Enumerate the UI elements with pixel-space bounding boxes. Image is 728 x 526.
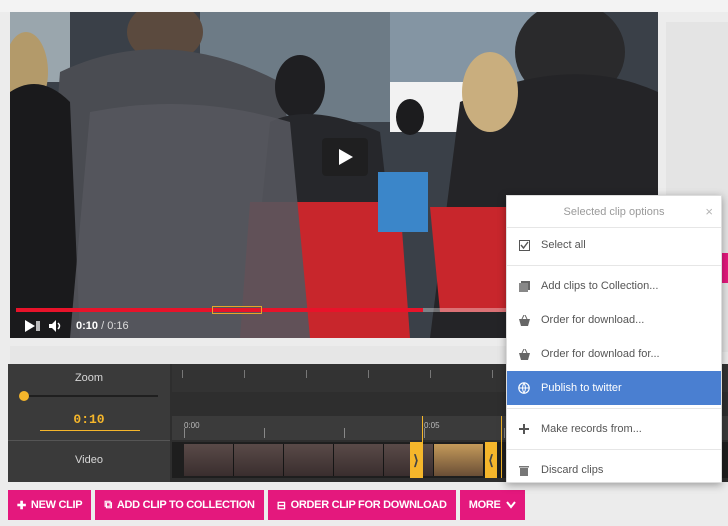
ruler-tick [182, 370, 183, 378]
ruler-tick [368, 370, 369, 378]
time-separator: / [98, 320, 108, 332]
menu-item-label: Discard clips [541, 464, 604, 476]
ruler-tick [492, 370, 493, 378]
menu-separator [507, 449, 721, 450]
play-icon [339, 149, 353, 165]
clip-options-menu: Selected clip options × Select all Add c… [506, 195, 722, 483]
new-clip-button[interactable]: ✚ NEW CLIP [8, 490, 92, 520]
time-display: 0:10 / 0:16 [76, 320, 129, 332]
more-label: MORE [468, 499, 501, 511]
play-pause-icon[interactable] [24, 319, 42, 333]
ruler-tick [184, 428, 185, 438]
menu-item-label: Add clips to Collection... [541, 280, 659, 292]
film-frame [284, 444, 334, 476]
close-icon[interactable]: × [705, 204, 713, 219]
collection-icon: ⧉ [104, 498, 112, 511]
film-frame [234, 444, 284, 476]
basket-icon: ⊟ [276, 499, 286, 512]
plus-icon [517, 424, 531, 434]
trash-icon [517, 465, 531, 476]
menu-item-add-to-collection[interactable]: Add clips to Collection... [507, 269, 721, 303]
plus-icon: ✚ [17, 499, 26, 512]
menu-item-label: Publish to twitter [541, 382, 622, 394]
more-button[interactable]: MORE [459, 490, 525, 520]
clip-handle-right[interactable]: ⟨ [485, 442, 497, 478]
film-frame [184, 444, 234, 476]
menu-separator [507, 408, 721, 409]
menu-separator [507, 265, 721, 266]
chevron-down-icon [505, 501, 516, 509]
basket-icon [517, 348, 531, 360]
collection-icon [517, 280, 531, 292]
menu-item-order-download-for[interactable]: Order for download for... [507, 337, 721, 371]
order-clip-label: ORDER CLIP FOR DOWNLOAD [290, 499, 447, 511]
ruler-label-start: 0:00 [184, 421, 200, 430]
zoom-slider-handle[interactable] [19, 391, 29, 401]
order-clip-for-download-button[interactable]: ⊟ ORDER CLIP FOR DOWNLOAD [267, 490, 456, 520]
add-clip-to-collection-button[interactable]: ⧉ ADD CLIP TO COLLECTION [95, 490, 264, 520]
check-square-icon [517, 239, 531, 251]
top-strip [0, 0, 728, 12]
zoom-slider-track[interactable] [24, 395, 158, 397]
menu-item-publish-twitter[interactable]: Publish to twitter [507, 371, 721, 405]
menu-item-label: Make records from... [541, 423, 642, 435]
timecode-display[interactable]: 0:10 [8, 412, 170, 427]
play-button[interactable] [322, 138, 368, 176]
menu-header: Selected clip options × [507, 196, 721, 228]
film-frame [334, 444, 384, 476]
ruler-tick [306, 370, 307, 378]
menu-title: Selected clip options [563, 205, 665, 218]
menu-item-label: Select all [541, 239, 586, 251]
app-root: 0:10 / 0:16 Zoom 0:10 Video 0:00 0:05 ⟩ … [0, 0, 728, 526]
current-time: 0:10 [76, 320, 99, 332]
timeline-divider [8, 440, 170, 441]
timecode-underline [40, 430, 140, 431]
video-track-label: Video [75, 454, 103, 466]
ruler-tick [264, 428, 265, 438]
menu-item-discard-clips[interactable]: Discard clips [507, 453, 721, 487]
basket-icon [517, 314, 531, 326]
menu-item-select-all[interactable]: Select all [507, 228, 721, 262]
progress-clip-marker [212, 306, 262, 314]
ruler-tick [344, 428, 345, 438]
new-clip-label: NEW CLIP [30, 499, 83, 511]
ruler-tick [430, 370, 431, 378]
add-clip-label: ADD CLIP TO COLLECTION [116, 499, 255, 511]
menu-item-order-download[interactable]: Order for download... [507, 303, 721, 337]
menu-item-make-records[interactable]: Make records from... [507, 412, 721, 446]
volume-icon[interactable] [48, 319, 64, 333]
zoom-label: Zoom [74, 372, 104, 384]
menu-item-label: Order for download for... [541, 348, 660, 360]
ruler-tick [504, 428, 505, 438]
timeline-controls: Zoom 0:10 Video [8, 364, 170, 482]
menu-item-label: Order for download... [541, 314, 645, 326]
globe-icon [517, 382, 531, 394]
ruler-tick [244, 370, 245, 378]
duration: 0:16 [107, 320, 129, 332]
action-bar: ✚ NEW CLIP ⧉ ADD CLIP TO COLLECTION ⊟ OR… [8, 490, 525, 520]
clip-handle-left[interactable]: ⟩ [410, 442, 422, 478]
